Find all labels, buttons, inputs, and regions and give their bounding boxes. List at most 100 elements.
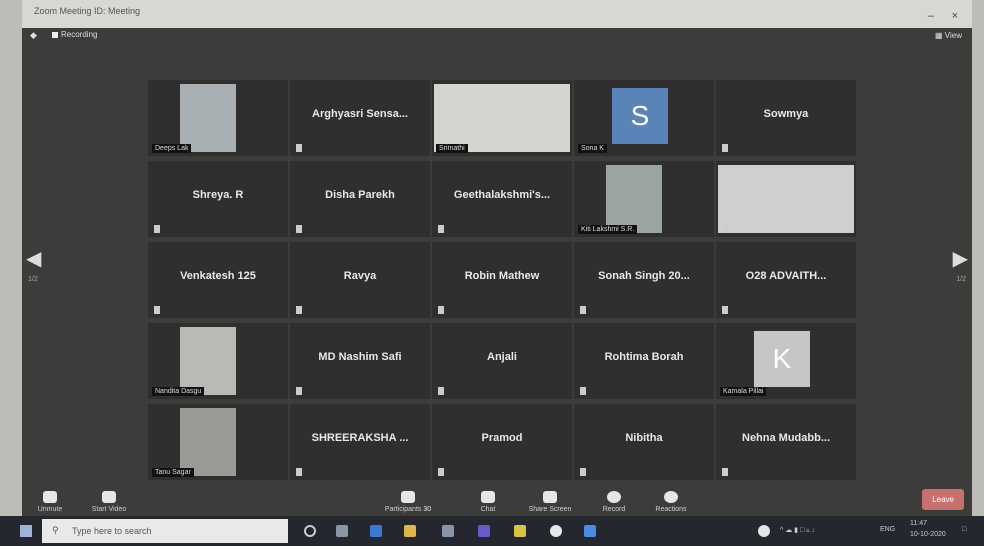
share-screen-button[interactable]: Share Screen: [522, 491, 578, 513]
reactions-button[interactable]: Reactions: [646, 491, 696, 513]
notification-icon[interactable]: □: [962, 526, 966, 533]
windows-start-icon[interactable]: [20, 525, 32, 537]
participant-tile[interactable]: Nandita Dasgu: [148, 323, 288, 399]
participant-tile[interactable]: Anjali: [432, 323, 572, 399]
app-icon[interactable]: [514, 525, 526, 537]
participant-tile[interactable]: Ravya: [290, 242, 430, 318]
taskbar-search-box[interactable]: ⚲ Type here to search: [42, 519, 288, 543]
participant-video: [434, 84, 570, 152]
participant-name-label: Kamala Pillai: [720, 387, 767, 396]
recording-label: Recording: [61, 30, 98, 39]
task-view-icon[interactable]: [336, 525, 348, 537]
store-icon[interactable]: [442, 525, 454, 537]
participant-tile[interactable]: Nibitha: [574, 404, 714, 480]
muted-mic-icon: [296, 306, 302, 314]
cortana-icon[interactable]: [304, 525, 316, 537]
participant-name-label: Kiti Lakshmi S.R.: [578, 225, 638, 234]
participant-tile[interactable]: K Kamala Pillai: [716, 323, 856, 399]
participant-name: Robin Mathew: [464, 270, 540, 282]
participant-name: Disha Parekh: [325, 189, 395, 201]
record-dot-icon: [52, 31, 58, 38]
meeting-toolbar: Unmute Start Video Participants 30 Chat S…: [22, 476, 972, 516]
participant-tile[interactable]: MD Nashim Safi: [290, 323, 430, 399]
unmute-label: Unmute: [37, 506, 63, 513]
participant-tile[interactable]: Venkatesh 125: [148, 242, 288, 318]
participant-tile[interactable]: Nehna Mudabb...: [716, 404, 856, 480]
window-title: Zoom Meeting ID: Meeting: [34, 6, 141, 16]
participants-button[interactable]: Participants 30: [378, 491, 438, 513]
muted-mic-icon: [296, 468, 302, 476]
share-screen-icon: [543, 491, 557, 503]
participant-tile[interactable]: Tanu Sagar: [148, 404, 288, 480]
participant-tile[interactable]: Geethalakshmi's...: [432, 161, 572, 237]
participant-avatar: K: [754, 331, 810, 387]
muted-mic-icon: [580, 306, 586, 314]
microphone-icon: [43, 491, 57, 503]
participant-name: Ravya: [343, 270, 377, 282]
meeting-topbar: ◆ Recording ▦ View: [22, 28, 972, 44]
recording-indicator[interactable]: Recording: [52, 30, 97, 39]
muted-mic-icon: [438, 387, 444, 395]
participant-name-label: Srimathi: [436, 144, 468, 153]
participant-name: Nehna Mudabb...: [742, 432, 830, 444]
clock-time[interactable]: 11:47: [910, 520, 927, 527]
participant-tile[interactable]: Robin Mathew: [432, 242, 572, 318]
participant-video: [180, 327, 236, 395]
zoom-app-icon[interactable]: [584, 525, 596, 537]
muted-mic-icon: [296, 144, 302, 152]
participant-tile[interactable]: O28 ADVAITH...: [716, 242, 856, 318]
prev-page-arrow-icon[interactable]: ◀: [26, 246, 41, 271]
teams-icon[interactable]: [478, 525, 490, 537]
muted-mic-icon: [722, 306, 728, 314]
muted-mic-icon: [580, 468, 586, 476]
chat-icon: [481, 491, 495, 503]
participant-tile[interactable]: Deeps Lak: [148, 80, 288, 156]
chat-button[interactable]: Chat: [468, 491, 508, 513]
muted-mic-icon: [438, 306, 444, 314]
participant-tile[interactable]: [716, 161, 856, 237]
participant-name: Nibitha: [625, 432, 663, 444]
chat-label: Chat: [480, 506, 496, 513]
participant-tile[interactable]: Srimathi: [432, 80, 572, 156]
participant-tile[interactable]: Pramod: [432, 404, 572, 480]
start-video-button[interactable]: Start Video: [84, 491, 134, 513]
record-label: Record: [602, 506, 626, 513]
muted-mic-icon: [154, 306, 160, 314]
muted-mic-icon: [296, 387, 302, 395]
chrome-icon[interactable]: [550, 525, 562, 537]
language-indicator[interactable]: ENG: [880, 526, 895, 533]
tray-app-icon[interactable]: [758, 525, 770, 537]
minimize-button[interactable]: –: [928, 10, 934, 22]
participant-tile[interactable]: Rohtima Borah: [574, 323, 714, 399]
leave-button[interactable]: Leave: [922, 489, 964, 510]
participant-name: Geethalakshmi's...: [453, 189, 551, 201]
participant-tile[interactable]: Sonah Singh 20...: [574, 242, 714, 318]
participant-tile[interactable]: Kiti Lakshmi S.R.: [574, 161, 714, 237]
participant-name: Shreya. R: [192, 189, 244, 201]
participant-tile[interactable]: Shreya. R: [148, 161, 288, 237]
unmute-button[interactable]: Unmute: [30, 491, 70, 513]
view-label: View: [944, 31, 962, 40]
zoom-window: ◆ Recording ▦ View ◀ 1/2 ▶ 1/2 Deeps Lak…: [22, 28, 972, 516]
participant-tile[interactable]: Sowmya: [716, 80, 856, 156]
shield-icon[interactable]: ◆: [30, 30, 37, 41]
participant-tile[interactable]: Arghyasri Sensa...: [290, 80, 430, 156]
participant-name: SHREERAKSHA ...: [311, 432, 409, 444]
participant-tile[interactable]: Disha Parekh: [290, 161, 430, 237]
muted-mic-icon: [296, 225, 302, 233]
participant-name: O28 ADVAITH...: [745, 270, 827, 282]
edge-browser-icon[interactable]: [370, 525, 382, 537]
participant-tile[interactable]: SHREERAKSHA ...: [290, 404, 430, 480]
view-button[interactable]: ▦ View: [935, 31, 962, 40]
file-explorer-icon[interactable]: [404, 525, 416, 537]
record-button[interactable]: Record: [594, 491, 634, 513]
participants-label: Participants: [384, 506, 422, 513]
page-indicator-right: 1/2: [956, 276, 966, 283]
start-video-label: Start Video: [91, 506, 127, 513]
clock-date[interactable]: 10-10-2020: [910, 531, 946, 538]
participant-tile[interactable]: S Sona K: [574, 80, 714, 156]
tray-chevron-icon[interactable]: ^ ☁ ▮ □ ▵ ♩: [780, 526, 819, 534]
close-button[interactable]: ×: [952, 10, 958, 22]
reactions-label: Reactions: [655, 506, 687, 513]
next-page-arrow-icon[interactable]: ▶: [953, 246, 968, 271]
